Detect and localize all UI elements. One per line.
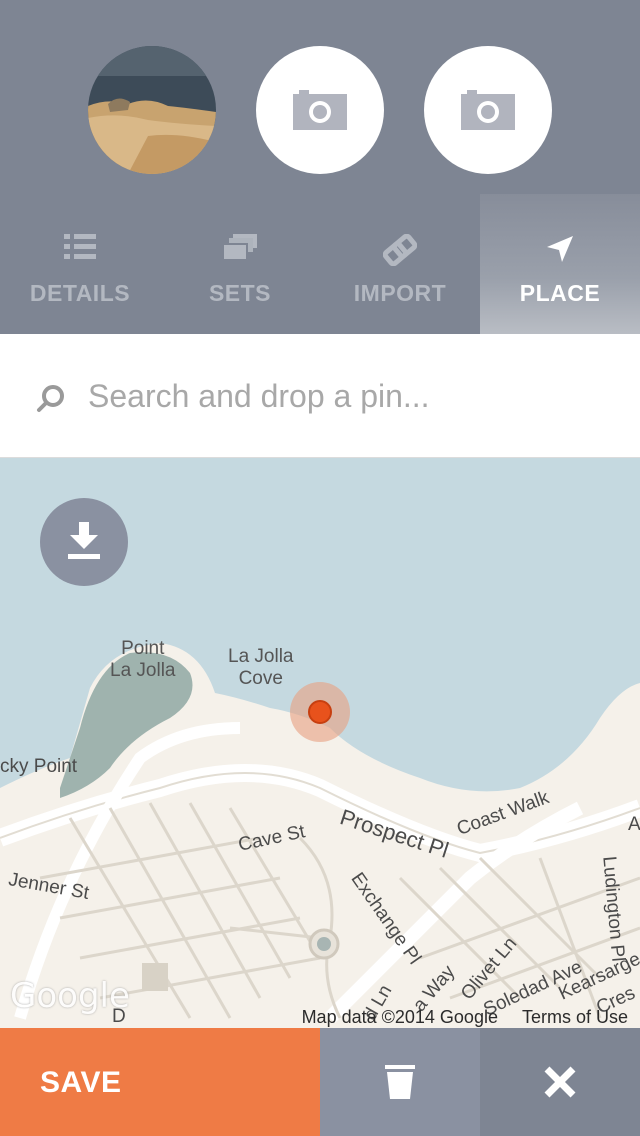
map-pin	[308, 700, 332, 724]
camera-icon	[461, 90, 515, 130]
map-label-a: A	[628, 814, 640, 835]
map-attribution: Map data ©2014 Google Terms of Use	[278, 1007, 628, 1028]
photo-strip	[0, 0, 640, 194]
close-button[interactable]	[480, 1028, 640, 1136]
add-photo-slot-2[interactable]	[256, 46, 384, 174]
save-button[interactable]: SAVE	[0, 1028, 320, 1136]
save-button-label: SAVE	[40, 1066, 122, 1099]
search-input[interactable]	[88, 364, 608, 428]
map-label-rocky-point: cky Point	[0, 756, 78, 777]
tab-details[interactable]: DETAILS	[0, 194, 160, 334]
delete-button[interactable]	[320, 1028, 480, 1136]
google-logo: Google	[10, 976, 130, 1016]
import-link-icon	[383, 234, 417, 266]
terms-of-use-link[interactable]: Terms of Use	[522, 1007, 628, 1027]
photo-image	[88, 46, 216, 174]
tab-details-label: DETAILS	[29, 280, 131, 306]
close-icon	[544, 1066, 576, 1098]
download-map-button[interactable]	[40, 498, 128, 586]
photo-thumbnail[interactable]	[88, 46, 216, 174]
camera-icon	[293, 90, 347, 130]
add-photo-slot-3[interactable]	[424, 46, 552, 174]
map-view[interactable]: Point La Jolla La Jolla Cove cky Point Coa…	[0, 458, 640, 1028]
trash-icon	[385, 1065, 415, 1099]
tab-import-label: IMPORT	[353, 280, 447, 306]
map-label-point-la-jolla: Point La Jolla	[110, 638, 176, 681]
sets-icon	[223, 234, 257, 261]
tab-bar: DETAILS SETS IMPORT PLACE	[0, 194, 640, 334]
action-bar: SAVE	[0, 1028, 640, 1136]
place-search-bar	[0, 334, 640, 458]
download-icon	[68, 522, 100, 559]
list-icon	[64, 234, 96, 259]
tab-place-label: PLACE	[519, 280, 601, 306]
tab-sets-label: SETS	[208, 280, 272, 306]
tab-import[interactable]: IMPORT	[320, 194, 480, 334]
tab-place[interactable]: PLACE	[480, 194, 640, 334]
location-arrow-icon	[547, 236, 573, 262]
map-label-la-jolla-cove: La Jolla Cove	[228, 646, 294, 689]
map-data-credit: Map data ©2014 Google	[301, 1007, 498, 1027]
search-icon	[37, 385, 64, 412]
tab-sets[interactable]: SETS	[160, 194, 320, 334]
